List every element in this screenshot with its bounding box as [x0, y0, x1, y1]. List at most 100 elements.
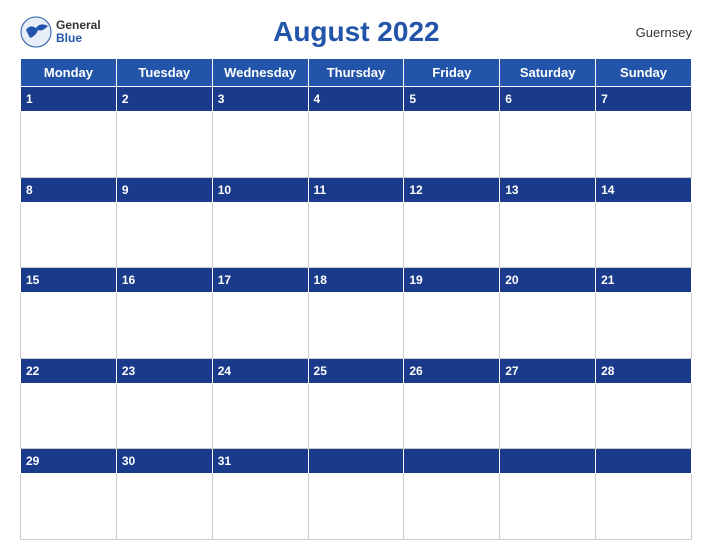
week-2-day-5-cell	[404, 202, 500, 267]
week-3-day-5-header: 19	[404, 268, 500, 293]
week-5-day-6-cell	[500, 474, 596, 540]
date-num-12: 12	[409, 183, 422, 197]
date-num-17: 17	[218, 273, 231, 287]
week-1-date-row: 1234567	[21, 87, 692, 112]
date-num-26: 26	[409, 364, 422, 378]
week-5-body-row	[21, 474, 692, 540]
week-1-day-5-cell	[404, 112, 500, 177]
week-4-day-1-cell	[21, 383, 117, 448]
date-num-8: 8	[26, 183, 33, 197]
week-1-day-5-header: 5	[404, 87, 500, 112]
date-num-18: 18	[314, 273, 327, 287]
week-2-day-4-header: 11	[308, 177, 404, 202]
week-5-day-7-header	[596, 449, 692, 474]
week-4-day-2-header: 23	[116, 358, 212, 383]
week-3-day-1-header: 15	[21, 268, 117, 293]
week-2-body-row	[21, 202, 692, 267]
date-num-6: 6	[505, 92, 512, 106]
date-num-14: 14	[601, 183, 614, 197]
week-2-day-2-cell	[116, 202, 212, 267]
week-3-body-row	[21, 293, 692, 358]
date-num-31: 31	[218, 454, 231, 468]
date-num-21: 21	[601, 273, 614, 287]
date-num-11: 11	[314, 183, 327, 197]
week-3-day-6-cell	[500, 293, 596, 358]
logo-icon	[20, 16, 52, 48]
week-1-day-4-cell	[308, 112, 404, 177]
week-2-day-7-cell	[596, 202, 692, 267]
week-1-day-7-header: 7	[596, 87, 692, 112]
date-num-29: 29	[26, 454, 39, 468]
week-4-day-7-header: 28	[596, 358, 692, 383]
week-4-day-7-cell	[596, 383, 692, 448]
date-num-30: 30	[122, 454, 135, 468]
week-4-day-5-header: 26	[404, 358, 500, 383]
week-5-day-5-cell	[404, 474, 500, 540]
header-thursday: Thursday	[308, 59, 404, 87]
header-top: General Blue August 2022 Guernsey	[20, 10, 692, 50]
date-num-15: 15	[26, 273, 39, 287]
date-num-1: 1	[26, 92, 33, 106]
week-2-day-4-cell	[308, 202, 404, 267]
date-num-25: 25	[314, 364, 327, 378]
week-1-day-6-header: 6	[500, 87, 596, 112]
week-3-date-row: 15161718192021	[21, 268, 692, 293]
week-4-day-3-header: 24	[212, 358, 308, 383]
calendar-table: Monday Tuesday Wednesday Thursday Friday…	[20, 58, 692, 540]
week-2-day-1-header: 8	[21, 177, 117, 202]
week-3-day-2-header: 16	[116, 268, 212, 293]
week-4-day-6-header: 27	[500, 358, 596, 383]
date-num-28: 28	[601, 364, 614, 378]
week-3-day-7-header: 21	[596, 268, 692, 293]
week-2-day-1-cell	[21, 202, 117, 267]
week-4-day-4-header: 25	[308, 358, 404, 383]
week-5-day-4-cell	[308, 474, 404, 540]
week-1-day-3-header: 3	[212, 87, 308, 112]
week-3-day-2-cell	[116, 293, 212, 358]
week-3-day-4-cell	[308, 293, 404, 358]
week-3-day-1-cell	[21, 293, 117, 358]
week-2-day-5-header: 12	[404, 177, 500, 202]
week-5-day-1-cell	[21, 474, 117, 540]
header-friday: Friday	[404, 59, 500, 87]
logo-text: General Blue	[56, 19, 101, 45]
date-num-16: 16	[122, 273, 135, 287]
date-num-23: 23	[122, 364, 135, 378]
week-1-day-4-header: 4	[308, 87, 404, 112]
logo: General Blue	[20, 16, 101, 48]
week-2-day-3-cell	[212, 202, 308, 267]
country-label: Guernsey	[612, 25, 692, 40]
week-4-date-row: 22232425262728	[21, 358, 692, 383]
week-4-day-4-cell	[308, 383, 404, 448]
header-sunday: Sunday	[596, 59, 692, 87]
header-wednesday: Wednesday	[212, 59, 308, 87]
week-2-day-6-cell	[500, 202, 596, 267]
week-5-date-row: 29 30 31	[21, 449, 692, 474]
date-num-7: 7	[601, 92, 608, 106]
week-4-day-6-cell	[500, 383, 596, 448]
week-3-day-3-cell	[212, 293, 308, 358]
week-5-day-3-cell	[212, 474, 308, 540]
calendar-title: August 2022	[101, 16, 612, 48]
week-5-day-1-header: 29	[21, 449, 117, 474]
date-num-19: 19	[409, 273, 422, 287]
date-num-27: 27	[505, 364, 518, 378]
week-5-day-3-header: 31	[212, 449, 308, 474]
header-tuesday: Tuesday	[116, 59, 212, 87]
week-1-day-2-header: 2	[116, 87, 212, 112]
logo-blue: Blue	[56, 32, 101, 45]
week-1-day-1-cell	[21, 112, 117, 177]
week-4-day-3-cell	[212, 383, 308, 448]
week-5-day-5-header	[404, 449, 500, 474]
date-num-5: 5	[409, 92, 416, 106]
date-num-3: 3	[218, 92, 225, 106]
week-2-day-2-header: 9	[116, 177, 212, 202]
week-5-day-2-header: 30	[116, 449, 212, 474]
week-3-day-5-cell	[404, 293, 500, 358]
week-1-day-7-cell	[596, 112, 692, 177]
week-1-day-1-header: 1	[21, 87, 117, 112]
week-1-day-2-cell	[116, 112, 212, 177]
date-num-24: 24	[218, 364, 231, 378]
date-num-10: 10	[218, 183, 231, 197]
date-num-9: 9	[122, 183, 129, 197]
